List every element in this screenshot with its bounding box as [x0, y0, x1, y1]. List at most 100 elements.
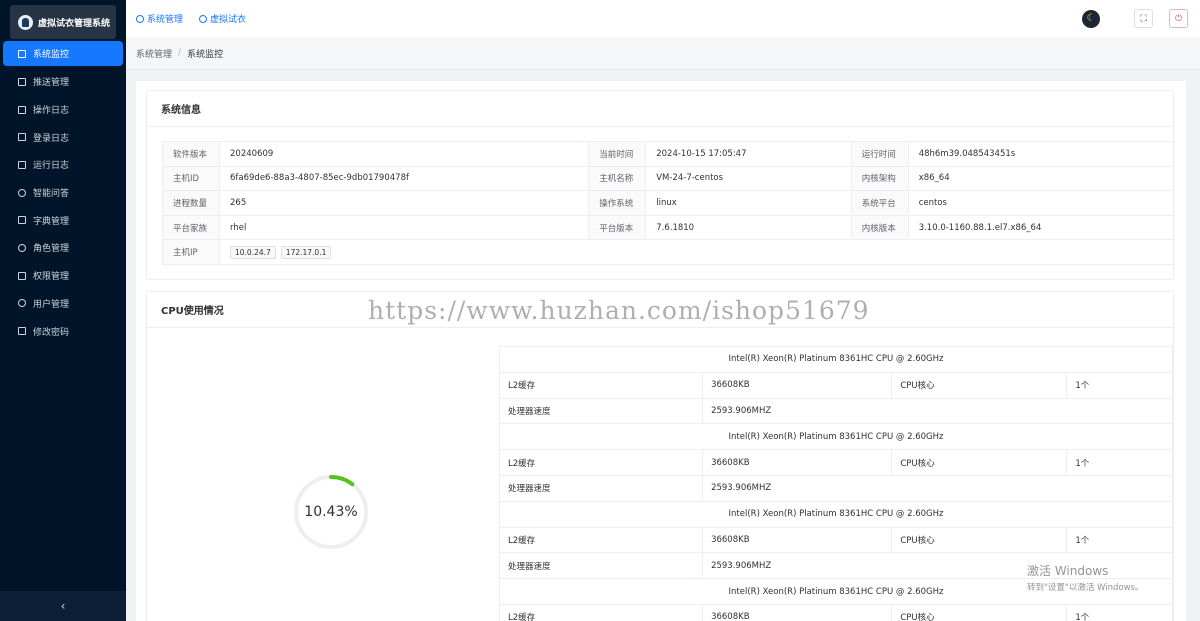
cpu-speed-value: 2593.906MHZ — [702, 474, 1173, 502]
login-log-icon — [18, 133, 26, 142]
sidebar-item-label: 推送管理 — [33, 78, 70, 89]
cpu-l2-label: L2缓存 — [498, 526, 704, 554]
sidebar-collapse-button[interactable]: ‹ — [0, 591, 126, 621]
cpu-l2-value: 36608KB — [702, 371, 893, 399]
file-icon — [18, 105, 26, 114]
role-icon — [18, 243, 26, 252]
cpu-speed-row: 处理器速度 2593.906MHZ — [498, 474, 1173, 502]
sysinfo-value: 265 — [218, 190, 590, 216]
sysinfo-value: 2024-10-15 17:05:47 — [645, 141, 852, 167]
sidebar-item-push[interactable]: 推送管理 — [0, 68, 126, 96]
sysinfo-value: rhel — [218, 214, 590, 241]
cpu-l2-label: L2缓存 — [498, 603, 704, 621]
cpu-speed-row: 处理器速度 2593.906MHZ — [498, 397, 1173, 425]
cpu-cores-label: CPU核心 — [891, 603, 1068, 621]
sidebar-item-change-password[interactable]: 修改密码 — [0, 317, 126, 345]
cpu-detail-row: L2缓存 36608KB CPU核心 1个 — [498, 449, 1173, 476]
cpu-usage-value: 10.43% — [304, 504, 358, 520]
sysinfo-row-host-ip: 主机IP 10.0.24.7 172.17.0.1 — [162, 239, 1174, 265]
logout-button[interactable]: ⏻ — [1169, 9, 1188, 28]
sysinfo-value: 48h6m39.048543451s — [907, 141, 1175, 167]
breadcrumb-parent[interactable]: 系统管理 — [136, 47, 172, 60]
app-logo[interactable]: 虚拟试衣管理系统 — [10, 5, 116, 39]
host-ip-tag: 172.17.0.1 — [280, 245, 332, 259]
sidebar-item-label: 智能问答 — [33, 189, 70, 200]
sysinfo-label: 主机IP — [162, 239, 220, 265]
push-icon — [18, 77, 26, 86]
cpu-detail-row: L2缓存 36608KB CPU核心 1个 — [498, 603, 1173, 621]
breadcrumb: 系统管理 / 系统监控 — [126, 37, 1200, 70]
sidebar-item-label: 字典管理 — [33, 216, 70, 227]
sysinfo-label: 主机ID — [162, 165, 220, 192]
cpu-table: Intel(R) Xeon(R) Platinum 8361HC CPU @ 2… — [498, 346, 1173, 621]
sidebar-item-users[interactable]: 用户管理 — [0, 290, 126, 318]
sidebar-item-operation-log[interactable]: 操作日志 — [0, 96, 126, 124]
chat-icon — [18, 188, 26, 197]
sidebar-item-run-log[interactable]: 运行日志 — [0, 151, 126, 179]
cpu-model: Intel(R) Xeon(R) Platinum 8361HC CPU @ 2… — [499, 346, 1173, 373]
sidebar-item-system-monitor[interactable]: 系统监控 — [3, 41, 123, 66]
cpu-l2-value: 36608KB — [702, 449, 893, 476]
cpu-title: CPU使用情况 — [147, 292, 1173, 328]
gear-icon — [136, 14, 144, 23]
cpu-model-row: Intel(R) Xeon(R) Platinum 8361HC CPU @ 2… — [499, 578, 1173, 605]
cpu-speed-row: 处理器速度 2593.906MHZ — [498, 552, 1173, 580]
dictionary-icon — [18, 216, 26, 225]
top-nav: 系统管理 虚拟试衣 — [136, 12, 262, 25]
sysinfo-label: 进程数量 — [162, 190, 220, 216]
sysinfo-label: 内核架构 — [850, 165, 909, 192]
cpu-model-row: Intel(R) Xeon(R) Platinum 8361HC CPU @ 2… — [499, 346, 1173, 373]
fullscreen-icon: ⛶ — [1140, 13, 1147, 24]
cpu-cores-label: CPU核心 — [891, 371, 1068, 399]
sysinfo-value: 7.6.1810 — [645, 214, 852, 241]
sidebar-item-label: 系统监控 — [33, 50, 70, 60]
tryon-icon — [199, 14, 208, 23]
sidebar-item-label: 运行日志 — [33, 161, 70, 172]
breadcrumb-current: 系统监控 — [187, 49, 224, 60]
key-icon — [18, 271, 26, 280]
logout-icon: ⏻ — [1174, 13, 1183, 24]
cpu-cores-value: 1个 — [1066, 449, 1173, 476]
sidebar: 虚拟试衣管理系统 系统监控 推送管理 操作日志 登录日志 运行日志 智能问答 字… — [0, 0, 126, 621]
breadcrumb-separator: / — [178, 48, 182, 58]
fullscreen-button[interactable]: ⛶ — [1134, 9, 1153, 28]
cpu-model: Intel(R) Xeon(R) Platinum 8361HC CPU @ 2… — [499, 578, 1173, 605]
host-ip-list: 10.0.24.7 172.17.0.1 — [219, 239, 1174, 265]
sysinfo-value: centos — [907, 190, 1175, 216]
cpu-card: CPU使用情况 10.43% Intel(R) Xeon(R) Platinum… — [146, 291, 1174, 621]
sysinfo-label: 软件版本 — [162, 141, 220, 167]
cpu-speed-label: 处理器速度 — [498, 552, 704, 580]
cpu-model: Intel(R) Xeon(R) Platinum 8361HC CPU @ 2… — [499, 500, 1173, 528]
sysinfo-value: VM-24-7-centos — [645, 165, 852, 192]
top-nav-label: 虚拟试衣 — [210, 15, 247, 25]
sidebar-item-permissions[interactable]: 权限管理 — [0, 262, 126, 290]
main-content: 系统信息 软件版本 20240609 当前时间 2024-10-15 17:05:47… — [126, 70, 1200, 621]
cpu-model: Intel(R) Xeon(R) Platinum 8361HC CPU @ 2… — [499, 423, 1173, 451]
sysinfo-label: 平台版本 — [588, 214, 647, 241]
sidebar-item-label: 权限管理 — [33, 272, 70, 283]
top-nav-virtual-tryon[interactable]: 虚拟试衣 — [199, 12, 246, 25]
header-actions: ☾ ⛶ ⏻ — [1082, 9, 1188, 28]
sysinfo-label: 系统平台 — [850, 190, 909, 216]
cpu-speed-label: 处理器速度 — [498, 474, 704, 502]
page-container[interactable]: 系统信息 软件版本 20240609 当前时间 2024-10-15 17:05:47… — [136, 81, 1186, 621]
sysinfo-row: 软件版本 20240609 当前时间 2024-10-15 17:05:47 运行时间 4… — [162, 141, 1175, 167]
sidebar-item-roles[interactable]: 角色管理 — [0, 234, 126, 262]
sidebar-item-smart-qa[interactable]: 智能问答 — [0, 179, 126, 207]
cpu-l2-label: L2缓存 — [498, 371, 704, 399]
cpu-speed-value: 2593.906MHZ — [702, 397, 1173, 425]
sysinfo-value: 20240609 — [218, 141, 590, 167]
moon-icon: ☾ — [1086, 13, 1096, 24]
theme-toggle-button[interactable]: ☾ — [1082, 9, 1100, 28]
sysinfo-label: 当前时间 — [588, 141, 647, 167]
cpu-model-row: Intel(R) Xeon(R) Platinum 8361HC CPU @ 2… — [499, 500, 1173, 528]
sysinfo-card: 系统信息 软件版本 20240609 当前时间 2024-10-15 17:05:47… — [146, 90, 1175, 280]
cpu-cores-label: CPU核心 — [891, 526, 1068, 554]
sidebar-item-login-log[interactable]: 登录日志 — [0, 123, 126, 151]
sysinfo-label: 内核版本 — [850, 214, 909, 241]
sidebar-item-dictionary[interactable]: 字典管理 — [0, 206, 126, 234]
top-nav-system-management[interactable]: 系统管理 — [136, 12, 183, 25]
top-nav-label: 系统管理 — [147, 15, 184, 25]
sysinfo-label: 操作系统 — [588, 190, 647, 216]
sysinfo-label: 运行时间 — [850, 141, 909, 167]
